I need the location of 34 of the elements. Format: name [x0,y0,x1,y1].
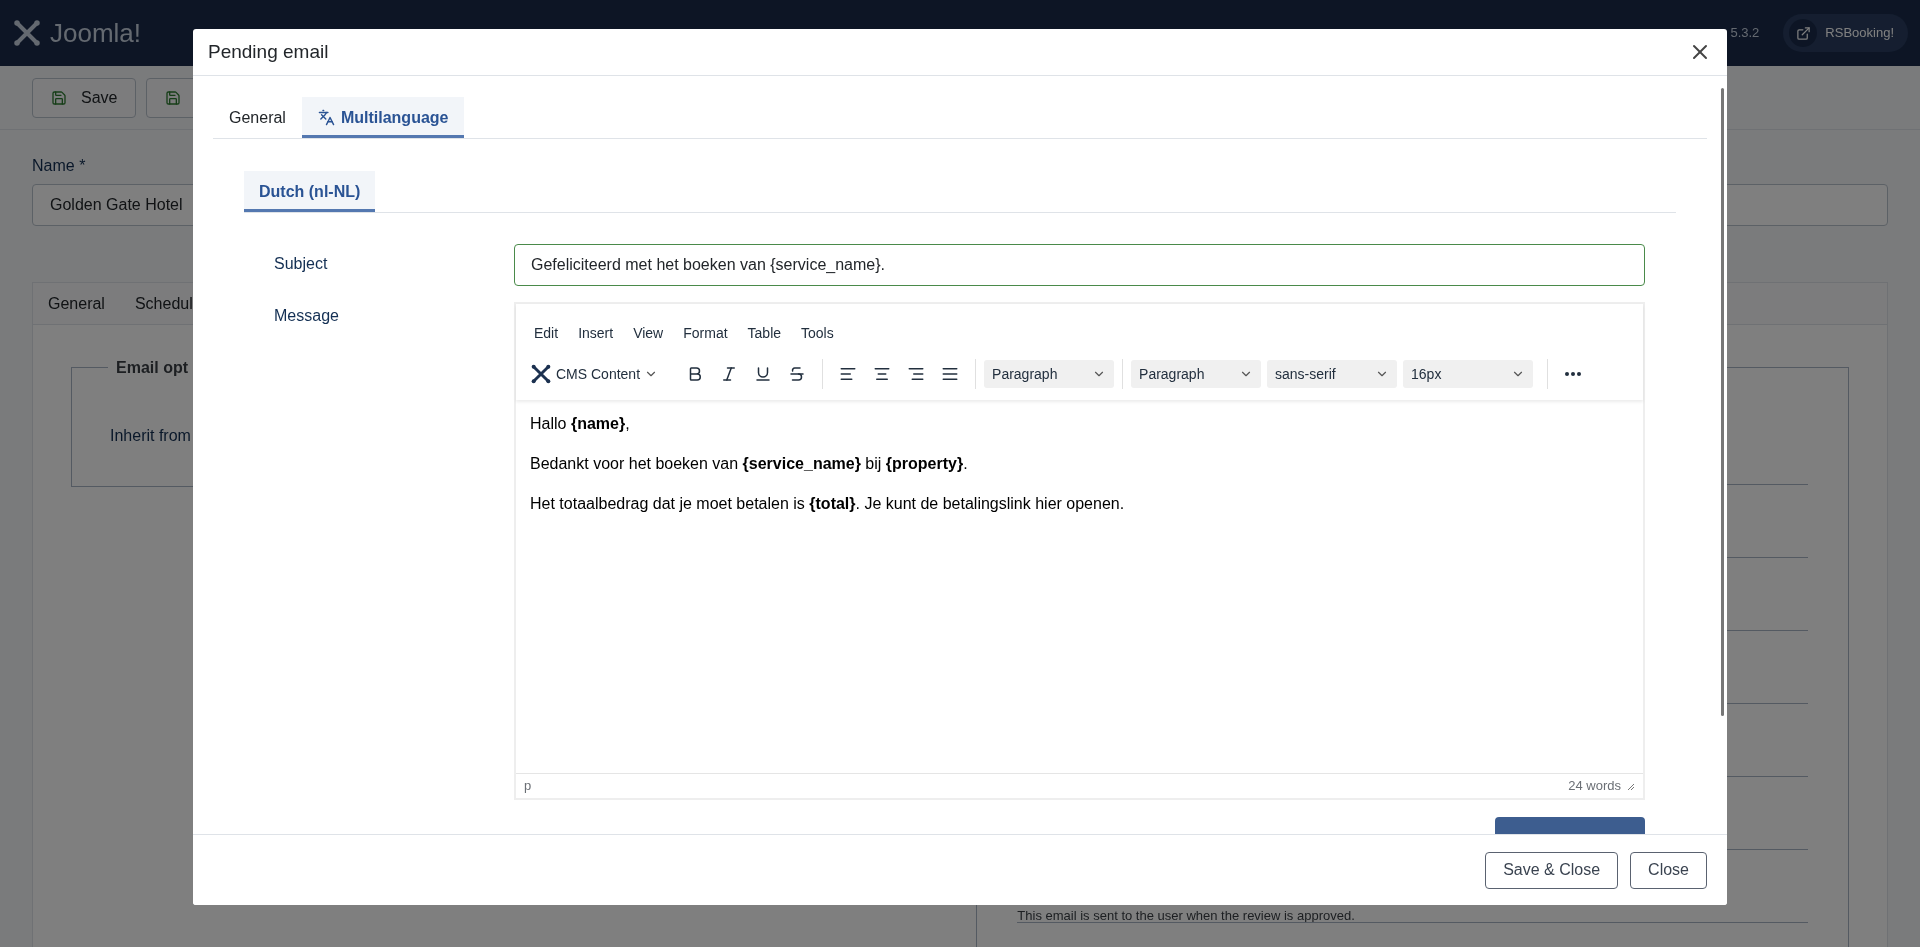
brand-name: Joomla! [50,16,142,50]
format-select[interactable]: sans-serif [1267,360,1398,388]
format-select[interactable]: 16px [1403,360,1534,388]
editor-menu-item[interactable]: View [625,322,672,344]
editor-menu-item[interactable]: Table [739,322,790,344]
name-label: Name * [32,156,87,176]
editor-menu-item[interactable]: Edit [526,322,567,344]
save-button[interactable]: Save [32,77,137,118]
version-text: 5.3.2 [1730,24,1760,43]
message-label: Message [274,306,340,326]
editor-menu-item[interactable]: Insert [570,322,622,344]
editor-paragraph: Hallo {name}, [530,414,631,434]
cms-content-button[interactable]: CMS Content [530,358,663,390]
modal-tab[interactable]: Multilanguage [301,97,465,138]
panel-tab[interactable]: General [33,283,120,324]
panel-tab[interactable]: Schedul [119,283,208,324]
element-path[interactable]: p [524,776,532,796]
editor-paragraph: Bedankt voor het boeken van {service_name} bij {property}. [530,454,969,474]
editor-menu-item[interactable]: Format [675,322,736,344]
editor-menu-item[interactable]: Tools [793,322,842,344]
word-count: 24 words [1568,777,1621,796]
format-select[interactable]: Paragraph [1131,360,1262,388]
description-text: This email is sent to the user when the review is approved. [1017,908,1355,923]
subject-field[interactable]: Gefeliciteerd met het boeken van {service_name}. [514,244,1645,286]
subject-label: Subject [274,254,329,274]
modal-tab[interactable]: General [213,97,302,138]
close-button[interactable]: Close [1630,851,1707,889]
save-close-button[interactable]: Save & Close [1485,851,1619,889]
editor-paragraph: Het totaalbedrag dat je moet betalen is {total}. Je kunt de betalingslink hier openen. [530,494,1126,514]
site-button[interactable]: RSBooking! [1783,14,1908,52]
modal-title: Pending email [208,39,329,64]
language-tab[interactable]: Dutch (nl-NL) [244,171,376,212]
format-select[interactable]: Paragraph [984,360,1115,388]
inherit-label: Inherit from [110,426,191,446]
